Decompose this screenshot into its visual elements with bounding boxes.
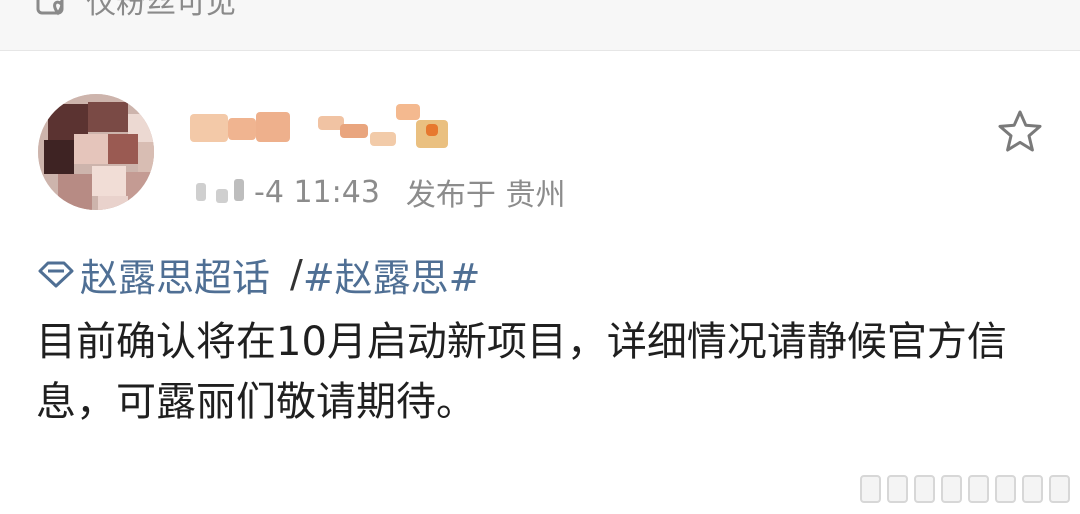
visibility-label: 仅粉丝可见: [86, 0, 236, 21]
lock-heart-icon: [36, 0, 80, 20]
tag-separator: /: [290, 252, 303, 296]
visibility-banner: 仅粉丝可见: [0, 0, 1080, 51]
watermark: [860, 474, 1070, 504]
post-body: 目前确认将在10月启动新项目，详细情况请静候官方信息，可露丽们敬请期待。: [36, 319, 1007, 425]
section-gap: [0, 51, 1080, 65]
super-topic-label: 赵露思超话: [80, 255, 271, 300]
post-timestamp: -4 11:43: [254, 174, 380, 210]
date-blurred: [190, 175, 254, 209]
super-topic-link[interactable]: 赵露思超话: [36, 247, 270, 302]
star-outline-icon[interactable]: [996, 108, 1044, 156]
post-location: 发布于 贵州: [405, 178, 566, 213]
post-meta: -4 11:43 发布于 贵州: [190, 170, 565, 214]
username-blurred[interactable]: [190, 104, 460, 154]
diamond-icon: [38, 261, 74, 288]
avatar[interactable]: [38, 94, 154, 210]
hashtag-link[interactable]: #赵露思#: [303, 247, 481, 302]
topic-tags: 赵露思超话 / #赵露思#: [36, 246, 481, 302]
